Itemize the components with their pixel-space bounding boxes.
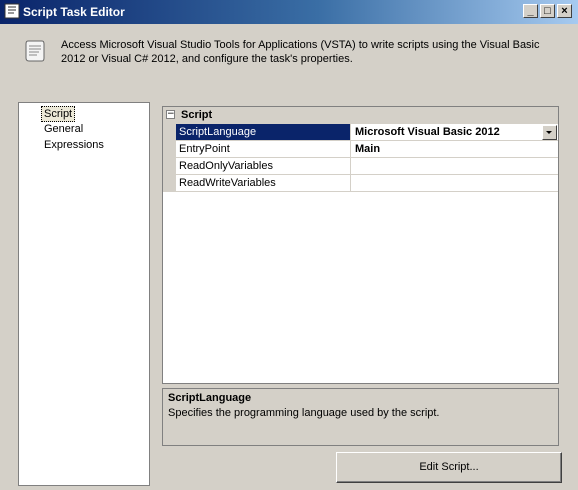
- title-bar[interactable]: Script Task Editor _ □ ×: [0, 0, 578, 24]
- property-row-entrypoint[interactable]: EntryPoint Main: [176, 141, 558, 158]
- property-name[interactable]: ScriptLanguage: [176, 124, 351, 140]
- property-value[interactable]: [351, 175, 558, 191]
- category-row-script[interactable]: − Script: [163, 107, 558, 124]
- property-row-scriptlanguage[interactable]: ScriptLanguage Microsoft Visual Basic 20…: [176, 124, 558, 141]
- nav-item-general[interactable]: General: [42, 122, 85, 136]
- dropdown-arrow-icon[interactable]: [542, 125, 557, 140]
- property-name[interactable]: ReadOnlyVariables: [176, 158, 351, 174]
- grid-gutter: [163, 124, 176, 192]
- property-value[interactable]: Main: [351, 141, 558, 157]
- property-row-readwritevariables[interactable]: ReadWriteVariables: [176, 175, 558, 192]
- collapse-toggle-icon[interactable]: −: [166, 110, 175, 119]
- close-button[interactable]: ×: [557, 4, 572, 18]
- category-label: Script: [181, 109, 213, 121]
- header-description: Access Microsoft Visual Studio Tools for…: [61, 39, 540, 65]
- property-grid: − Script ScriptLanguage Microsoft Visual…: [162, 106, 559, 384]
- nav-item-script[interactable]: Script: [41, 106, 76, 122]
- script-scroll-icon: [25, 40, 45, 62]
- help-title: ScriptLanguage: [168, 392, 252, 404]
- maximize-button[interactable]: □: [540, 4, 555, 18]
- property-row-readonlyvariables[interactable]: ReadOnlyVariables: [176, 158, 558, 175]
- edit-script-button[interactable]: Edit Script...: [336, 452, 562, 483]
- window-title: Script Task Editor: [23, 5, 125, 19]
- script-task-icon: [4, 3, 20, 19]
- page-navigation: Script General Expressions: [18, 102, 150, 486]
- property-name[interactable]: ReadWriteVariables: [176, 175, 351, 191]
- help-text: Specifies the programming language used …: [168, 407, 440, 419]
- property-name[interactable]: EntryPoint: [176, 141, 351, 157]
- property-help-panel: ScriptLanguage Specifies the programming…: [162, 388, 559, 446]
- nav-item-expressions[interactable]: Expressions: [42, 138, 106, 152]
- property-value[interactable]: Microsoft Visual Basic 2012: [351, 124, 558, 140]
- property-value[interactable]: [351, 158, 558, 174]
- minimize-button[interactable]: _: [523, 4, 538, 18]
